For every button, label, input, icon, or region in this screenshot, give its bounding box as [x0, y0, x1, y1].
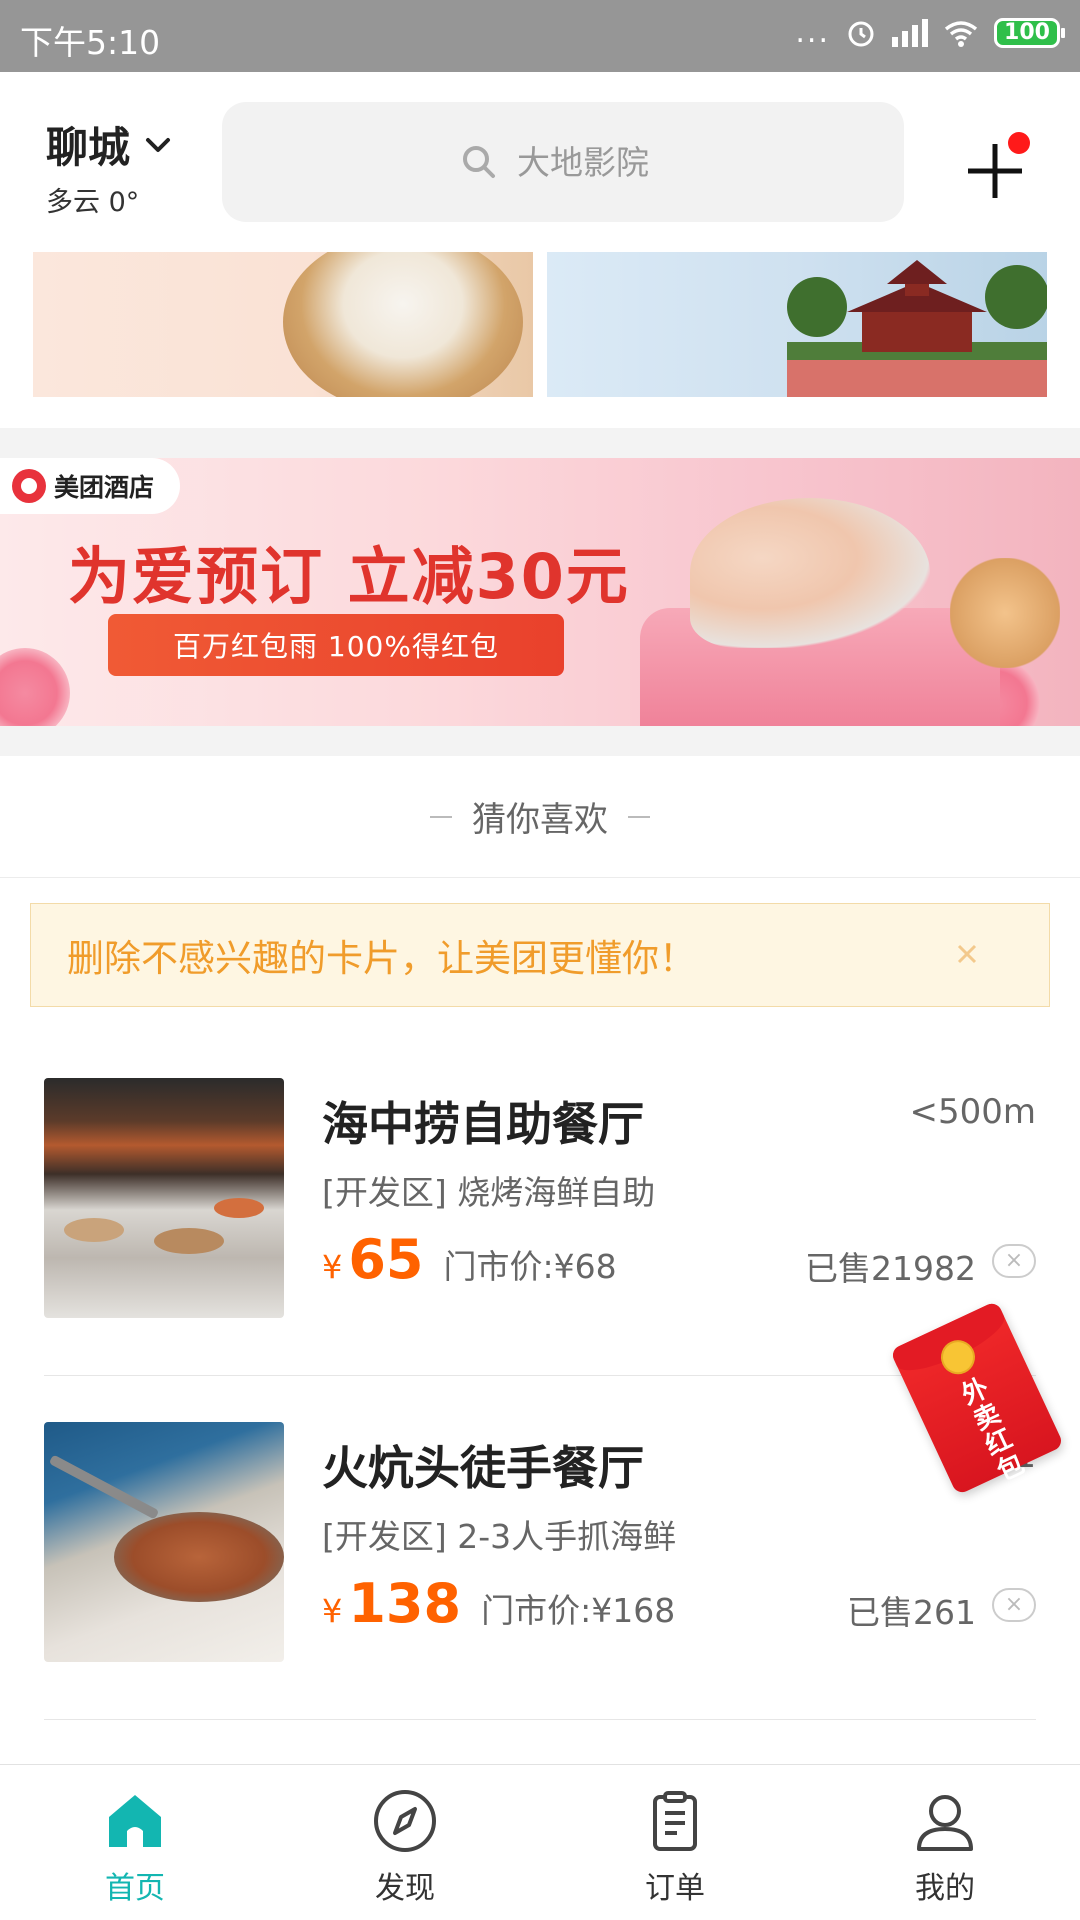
- market-price: 门市价:¥168: [481, 1591, 676, 1630]
- meituan-hotel-logo-icon: [12, 469, 46, 503]
- price-value: 65: [348, 1228, 424, 1291]
- title-dash: [430, 815, 452, 818]
- compass-icon: [374, 1790, 436, 1852]
- food-plate: [154, 1228, 224, 1254]
- section-gap: [0, 428, 1080, 458]
- search-input[interactable]: [517, 142, 667, 182]
- feedback-notice: 删除不感兴趣的卡片，让美团更懂你！: [30, 903, 1050, 1007]
- tab-label: 订单: [645, 1871, 705, 1906]
- tongs: [48, 1454, 160, 1520]
- food-image: [283, 252, 523, 397]
- currency-symbol: ¥: [322, 1248, 343, 1286]
- status-bar: 下午5:10 ... 100: [0, 0, 1080, 72]
- deal-card[interactable]: 海中捞自助餐厅 <500m [开发区] 烧烤海鲜自助 ¥ 65 门市价:¥68 …: [44, 1078, 1036, 1318]
- hotel-brand-tag: 美团酒店: [0, 458, 181, 514]
- dismiss-button[interactable]: ×: [992, 1588, 1036, 1622]
- deal-name: 火炕头徒手餐厅: [322, 1441, 644, 1495]
- hotel-brand-label: 美团酒店: [54, 473, 155, 502]
- recommend-section-title: 猜你喜欢: [0, 756, 1080, 878]
- rose-decoration: [0, 648, 70, 726]
- deal-card[interactable]: 火炕头徒手餐厅 1 [开发区] 2-3人手抓海鲜 ¥ 138 门市价:¥168 …: [44, 1422, 1036, 1662]
- price-value: 138: [348, 1572, 462, 1635]
- signal-icon: [892, 19, 928, 47]
- tab-label: 首页: [105, 1871, 165, 1906]
- hotel-banner[interactable]: 美团酒店 为爱预订 立减30元 百万红包雨 100%得红包: [0, 458, 1080, 726]
- mini-banners: [33, 252, 1047, 397]
- hotel-banner-title: 为爱预订 立减30元: [68, 540, 630, 613]
- wifi-icon: [944, 21, 978, 47]
- pavilion-image: [787, 260, 1047, 397]
- park-banner[interactable]: [547, 252, 1047, 397]
- deal-name: 海中捞自助餐厅: [322, 1097, 644, 1151]
- recommend-title: 猜你喜欢: [472, 800, 608, 840]
- notification-dot: [1008, 132, 1030, 154]
- city-name: 聊城: [46, 123, 131, 172]
- tab-mine[interactable]: 我的: [810, 1765, 1080, 1920]
- deal-thumbnail: [44, 1422, 284, 1662]
- title-dash: [628, 815, 650, 818]
- couple-image: [690, 498, 930, 648]
- dismiss-button[interactable]: ×: [992, 1244, 1036, 1278]
- city-selector[interactable]: 聊城: [46, 114, 172, 175]
- deal-price: ¥ 138 门市价:¥168: [322, 1572, 675, 1635]
- order-icon: [653, 1791, 697, 1851]
- deal-subtitle: [开发区] 2-3人手抓海鲜: [322, 1517, 677, 1556]
- search-icon: [463, 146, 495, 178]
- food-plate: [214, 1198, 264, 1218]
- tab-orders[interactable]: 订单: [540, 1765, 810, 1920]
- sold-count: 已售21982: [805, 1249, 976, 1288]
- divider: [44, 1375, 1036, 1376]
- alarm-icon: [848, 21, 874, 47]
- envelope-label: 外卖红包: [957, 1373, 1029, 1488]
- deal-price: ¥ 65 门市价:¥68: [322, 1228, 617, 1291]
- home-icon: [109, 1795, 161, 1847]
- bottom-nav: 首页 发现 订单 我的: [0, 1764, 1080, 1920]
- section-gap: [0, 726, 1080, 756]
- deal-thumbnail: [44, 1078, 284, 1318]
- currency-symbol: ¥: [322, 1592, 343, 1630]
- market-price: 门市价:¥68: [443, 1247, 617, 1286]
- tab-label: 我的: [915, 1871, 975, 1906]
- close-icon[interactable]: [947, 934, 987, 974]
- chevron-down-icon: [146, 137, 171, 152]
- notice-text: 删除不感兴趣的卡片，让美团更懂你！: [67, 937, 696, 980]
- deal-subtitle: [开发区] 烧烤海鲜自助: [322, 1173, 656, 1212]
- status-time: 下午5:10: [20, 23, 161, 62]
- hotel-banner-button[interactable]: 百万红包雨 100%得红包: [108, 614, 564, 676]
- search-bar[interactable]: [222, 102, 904, 222]
- battery-icon: 100: [994, 18, 1065, 48]
- weather-text: 多云 0°: [46, 187, 140, 218]
- user-icon: [917, 1795, 973, 1851]
- tab-label: 发现: [375, 1871, 435, 1906]
- food-banner[interactable]: [33, 252, 533, 397]
- gift-image: [950, 558, 1060, 668]
- add-button[interactable]: [960, 132, 1030, 202]
- food-plate: [64, 1218, 124, 1242]
- status-icons: ... 100: [795, 15, 1065, 50]
- divider: [44, 1719, 1036, 1720]
- tab-home[interactable]: 首页: [0, 1765, 270, 1920]
- seafood-plate: [114, 1512, 284, 1602]
- deal-distance: <500m: [909, 1092, 1036, 1132]
- more-dots-icon: ...: [795, 15, 830, 50]
- sold-count: 已售261: [847, 1593, 976, 1632]
- tab-discover[interactable]: 发现: [270, 1765, 540, 1920]
- header: 聊城 多云 0°: [0, 72, 1080, 242]
